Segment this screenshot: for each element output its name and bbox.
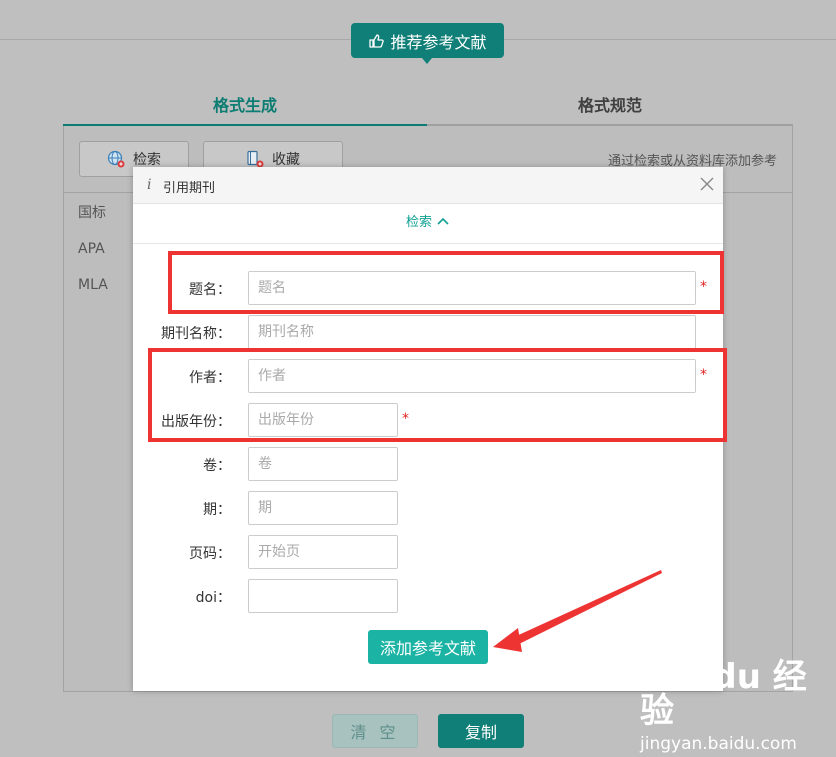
watermark-brand: Bai du 经验 xyxy=(640,657,807,731)
tab-format-generate[interactable]: 格式生成 xyxy=(63,84,427,124)
doi-label: doi： xyxy=(195,590,231,606)
dialog-title: 引用期刊 xyxy=(163,181,216,196)
volume-label: 卷： xyxy=(203,458,231,474)
volume-input[interactable] xyxy=(248,447,398,481)
globe-search-icon xyxy=(107,150,125,168)
recommend-references-button[interactable]: 推荐参考文献 xyxy=(351,23,504,64)
field-row-doi: doi： xyxy=(133,579,723,613)
journal-input[interactable] xyxy=(248,315,696,349)
tab-format-spec[interactable]: 格式规范 xyxy=(427,84,793,124)
chevron-up-icon xyxy=(437,217,449,225)
highlight-box-title xyxy=(168,251,724,314)
favorites-label: 收藏 xyxy=(272,152,300,168)
citation-style-list: 国标 APA MLA xyxy=(78,204,108,312)
tab-bar: 格式生成 格式规范 xyxy=(63,84,793,126)
field-row-journal: 期刊名称： xyxy=(133,315,723,349)
issue-input[interactable] xyxy=(248,491,398,525)
style-item-gb[interactable]: 国标 xyxy=(78,204,108,240)
watermark: Bai du 经验 jingyan.baidu.com xyxy=(640,660,836,754)
add-reference-button[interactable]: 添加参考文献 xyxy=(368,630,488,664)
search-divider xyxy=(133,243,723,244)
style-item-apa[interactable]: APA xyxy=(78,240,108,276)
dialog-header: i 引用期刊 xyxy=(133,167,723,204)
field-row-pages: 页码： xyxy=(133,535,723,569)
copy-button[interactable]: 复制 xyxy=(438,714,524,748)
field-row-issue: 期： xyxy=(133,491,723,525)
highlight-box-author-year xyxy=(148,348,727,442)
close-icon[interactable] xyxy=(699,176,715,192)
field-row-volume: 卷： xyxy=(133,447,723,481)
book-add-icon xyxy=(247,150,264,168)
issue-label: 期： xyxy=(203,502,231,518)
search-toggle-label: 检索 xyxy=(405,215,432,230)
pages-label: 页码： xyxy=(189,546,231,562)
clear-button[interactable]: 清 空 xyxy=(332,714,418,748)
search-toggle[interactable]: 检索 xyxy=(133,211,723,230)
doi-input[interactable] xyxy=(248,579,398,613)
info-icon: i xyxy=(147,177,152,193)
style-item-mla[interactable]: MLA xyxy=(78,276,108,312)
journal-label: 期刊名称： xyxy=(161,326,231,342)
recommend-pointer xyxy=(422,58,432,64)
recommend-label: 推荐参考文献 xyxy=(390,32,487,52)
thumbs-up-icon xyxy=(369,33,385,48)
pages-input[interactable] xyxy=(248,535,398,569)
search-label: 检索 xyxy=(133,152,161,168)
watermark-url: jingyan.baidu.com xyxy=(640,734,797,754)
